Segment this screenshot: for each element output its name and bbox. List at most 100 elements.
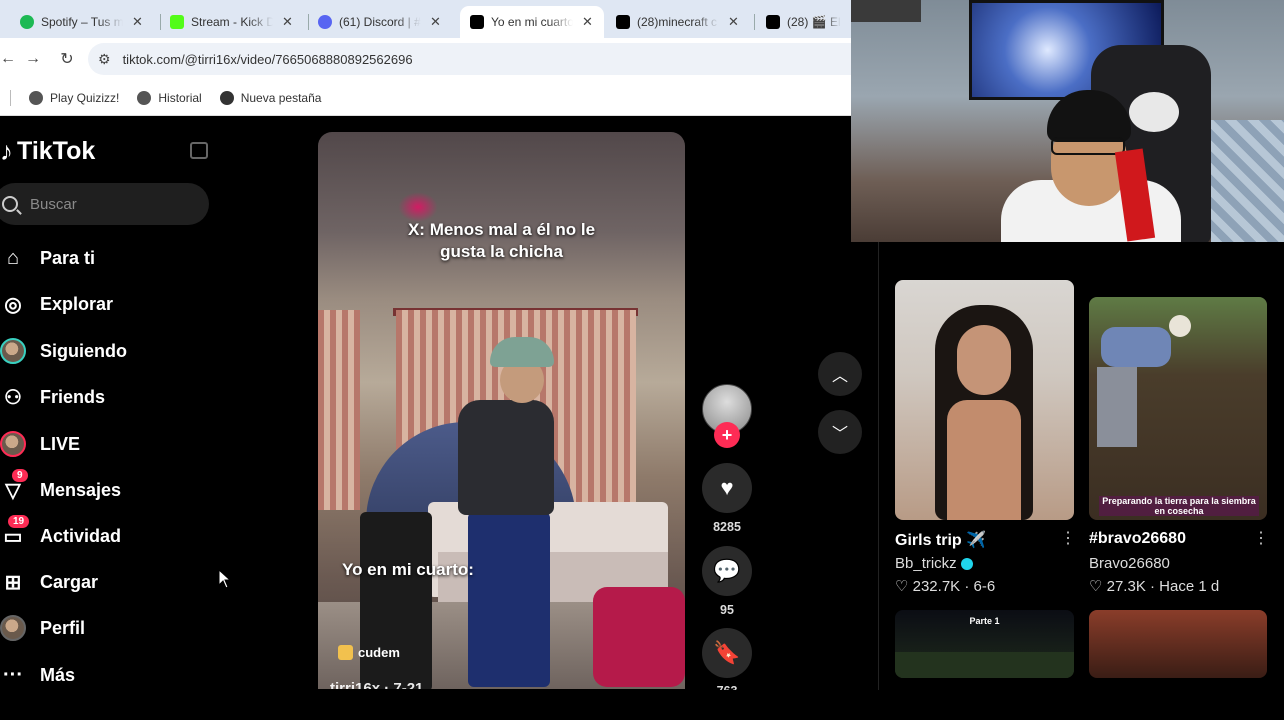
close-icon[interactable]: ✕ — [582, 14, 593, 30]
sidebar-item-actividad[interactable]: ▭ 19 Actividad — [0, 515, 121, 551]
follow-plus-icon[interactable]: + — [714, 422, 740, 448]
rec-thumbnail-3[interactable]: Parte 1 — [895, 610, 1074, 678]
sidebar-item-label: Explorar — [40, 293, 114, 314]
tab-tiktok-other[interactable]: (28) 🎬 El se — [756, 6, 851, 38]
thumb-figure-hat — [1169, 315, 1191, 337]
tab-tiktok-active[interactable]: Yo en mi cuarto ✕ — [460, 6, 604, 38]
bookmarks-bar: Play Quizizz! Historial Nueva pestaña — [0, 80, 851, 116]
save-button[interactable]: 🔖 — [702, 628, 752, 678]
kick-icon — [170, 15, 184, 29]
video-player[interactable]: X: Menos mal a él no le gusta la chicha … — [318, 132, 685, 689]
video-author-line[interactable]: tirri16x · 7-21 — [330, 680, 423, 689]
site-settings-icon[interactable]: ⚙ — [98, 51, 111, 68]
sidebar-item-label: Mensajes — [40, 479, 122, 500]
tab-spotify[interactable]: Spotify – Tus me ✕ — [10, 6, 160, 38]
rec-stats-1: ♡ 232.7K · 6-6 — [895, 577, 995, 595]
tab-tiktok-minecraft[interactable]: (28)minecraft c ✕ — [606, 6, 754, 38]
rec-user-1[interactable]: Bb_trickz — [895, 555, 973, 572]
next-video-button[interactable]: ﹀ — [818, 410, 862, 454]
mouse-cursor-icon — [218, 569, 232, 589]
save-count: 763 — [688, 684, 766, 690]
forward-arrow-icon[interactable]: → — [22, 50, 44, 68]
rec-user-2[interactable]: Bravo26680 — [1089, 555, 1170, 572]
video-scene-light — [398, 192, 438, 222]
close-icon[interactable]: ✕ — [132, 14, 143, 30]
sidebar-item-friends[interactable]: ⚇ Friends — [0, 382, 105, 412]
sidebar-item-para-ti[interactable]: ⌂ Para ti — [0, 243, 95, 273]
thumb-figure-body — [947, 400, 1021, 520]
collapse-sidebar-icon[interactable] — [190, 142, 208, 159]
search-input[interactable]: Buscar — [0, 183, 209, 225]
rec-likes: 27.3K — [1106, 578, 1146, 595]
notification-badge: 19 — [8, 515, 30, 528]
tab-label: Yo en mi cuarto — [491, 15, 573, 29]
sound-tag[interactable]: cudem — [338, 645, 400, 660]
rec-thumbnail-4[interactable] — [1089, 610, 1267, 678]
sidebar-item-explorar[interactable]: ◎ Explorar — [0, 289, 113, 319]
webcam-shelf — [851, 0, 921, 22]
bookmark-historial[interactable]: Historial — [137, 90, 202, 105]
tab-label: Stream - Kick D — [191, 15, 273, 29]
tab-separator — [754, 14, 755, 30]
like-button[interactable]: ♥ — [702, 463, 752, 513]
more-icon: ··· — [3, 663, 23, 686]
dot-separator: · — [1150, 578, 1155, 595]
heart-icon: ♥ — [720, 475, 734, 500]
home-icon: ⌂ — [6, 246, 20, 269]
thumb-figure-face — [957, 325, 1011, 395]
rec-thumbnail-2[interactable]: Preparando la tierra para la siembra en … — [1089, 297, 1267, 520]
url-field[interactable]: ⚙ tiktok.com/@tirri16x/video/76650688808… — [88, 43, 851, 75]
bookmark-label: Historial — [158, 90, 202, 105]
reload-icon[interactable]: ↻ — [56, 49, 78, 69]
bookmark-nueva-pestana[interactable]: Nueva pestaña — [219, 90, 321, 105]
rec-title-2[interactable]: #bravo26680 — [1089, 530, 1186, 548]
sound-tag-label: cudem — [358, 645, 400, 660]
tiktok-logo[interactable]: ♪ TikTok — [0, 136, 95, 167]
previous-video-button[interactable]: ︿ — [818, 352, 862, 396]
tiktok-icon — [470, 15, 484, 29]
sidebar-item-cargar[interactable]: ⊞ Cargar — [0, 567, 98, 597]
tab-kick[interactable]: Stream - Kick D ✕ — [160, 6, 308, 38]
bookmark-play-quizizz[interactable]: Play Quizizz! — [29, 90, 119, 105]
webcam-plush-toy — [1129, 92, 1179, 132]
sticker-icon — [338, 645, 353, 660]
chrome-icon — [219, 90, 234, 105]
sidebar-item-mas[interactable]: ··· Más — [0, 660, 75, 690]
rec-stats-2: ♡ 27.3K · Hace 1 d — [1089, 577, 1219, 595]
more-options-icon[interactable]: ⋮ — [1253, 528, 1269, 548]
rec-username: Bravo26680 — [1089, 555, 1170, 572]
close-icon[interactable]: ✕ — [430, 14, 441, 30]
live-avatar-icon — [0, 431, 26, 457]
compass-icon: ◎ — [4, 293, 22, 316]
send-icon: ▽ 9 — [0, 469, 28, 503]
sidebar-item-perfil[interactable]: Perfil — [0, 613, 85, 643]
sidebar-item-label: Friends — [40, 386, 106, 407]
sidebar-item-live[interactable]: LIVE — [0, 429, 80, 459]
sidebar-item-siguiendo[interactable]: Siguiendo — [0, 336, 127, 366]
avatar-icon — [0, 338, 26, 364]
rec-thumbnail-1[interactable] — [895, 280, 1074, 520]
friends-icon: ⚇ — [4, 386, 22, 409]
tiktok-icon — [766, 15, 780, 29]
tab-label: (28)minecraft c — [637, 15, 718, 29]
thumb-figure-shirt — [1101, 327, 1171, 367]
video-scene-speaker — [360, 512, 432, 689]
bookmark-separator — [10, 89, 11, 106]
browser-tab-bar: Spotify – Tus me ✕ Stream - Kick D ✕ (61… — [0, 0, 851, 38]
tab-discord[interactable]: (61) Discord | # | ✕ — [308, 6, 460, 38]
profile-avatar-icon — [0, 615, 26, 641]
rec-likes: 232.7K — [912, 578, 961, 595]
comment-button[interactable]: 💬 — [702, 546, 752, 596]
more-options-icon[interactable]: ⋮ — [1060, 528, 1076, 548]
close-icon[interactable]: ✕ — [282, 14, 293, 30]
logo-text: TikTok — [17, 137, 96, 165]
sidebar-item-mensajes[interactable]: ▽ 9 Mensajes — [0, 469, 122, 505]
spotify-icon — [20, 15, 34, 29]
comment-icon: 💬 — [713, 558, 741, 583]
video-person-shirt — [458, 400, 554, 515]
rec-title-1[interactable]: Girls trip ✈️ — [895, 530, 986, 550]
dot-separator: · — [964, 578, 970, 595]
back-arrow-icon[interactable]: ← — [0, 50, 16, 68]
tab-label: (61) Discord | # | — [339, 15, 421, 29]
close-icon[interactable]: ✕ — [728, 14, 739, 30]
